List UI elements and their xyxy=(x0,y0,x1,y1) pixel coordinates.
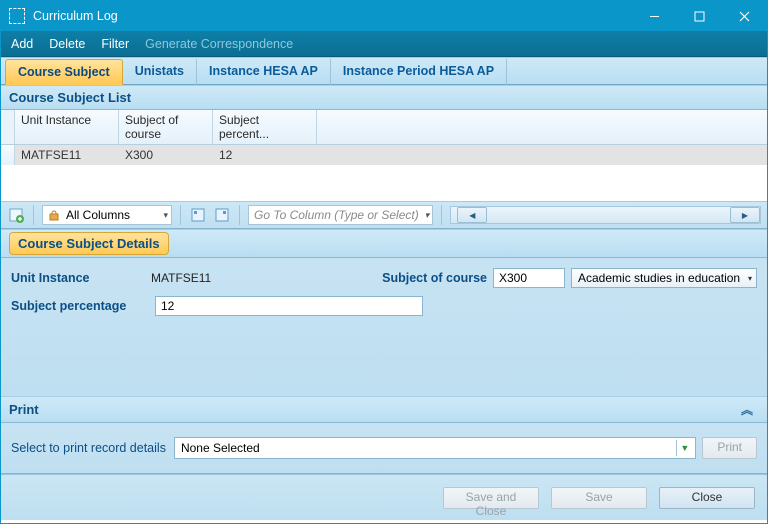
label-unit-instance: Unit Instance xyxy=(11,271,151,285)
col-subject-of-course[interactable]: Subject of course xyxy=(119,110,213,144)
horizontal-scrollbar[interactable]: ◀ ▶ xyxy=(450,206,761,224)
save-button: Save xyxy=(551,487,647,509)
chevron-down-icon: ▾ xyxy=(425,210,430,221)
collapse-icon[interactable]: ︽ xyxy=(741,401,759,418)
section-print-label: Print xyxy=(9,402,39,417)
save-and-close-button: Save and Close xyxy=(443,487,539,509)
title-bar: Curriculum Log xyxy=(1,1,767,31)
value-unit-instance: MATFSE11 xyxy=(151,271,211,285)
tab-instance-hesa-ap[interactable]: Instance HESA AP xyxy=(197,59,331,85)
footer: Save and Close Save Close xyxy=(1,474,767,520)
chevron-down-icon: ▼ xyxy=(676,440,692,456)
label-subject-percentage: Subject percentage xyxy=(11,299,151,313)
select-subject-description[interactable]: Academic studies in education ▾ xyxy=(571,268,757,288)
cell-subject-percent: 12 xyxy=(213,148,317,162)
close-window-button[interactable] xyxy=(722,1,767,31)
section-details-label: Course Subject Details xyxy=(9,232,169,255)
section-course-subject-details: Course Subject Details xyxy=(1,229,767,258)
label-print-select: Select to print record details xyxy=(11,441,166,455)
select-subject-description-value: Academic studies in education xyxy=(578,271,740,285)
menu-bar: Add Delete Filter Generate Correspondenc… xyxy=(1,31,767,57)
print-record-select-value: None Selected xyxy=(181,441,676,455)
section-print[interactable]: Print ︽ xyxy=(1,396,767,423)
input-subject-percentage[interactable] xyxy=(155,296,423,316)
add-row-icon[interactable] xyxy=(7,206,25,224)
tab-instance-period-hesa-ap[interactable]: Instance Period HESA AP xyxy=(331,59,507,85)
scroll-right-button[interactable]: ▶ xyxy=(730,207,760,223)
window-title: Curriculum Log xyxy=(33,9,632,23)
print-button: Print xyxy=(702,437,757,459)
label-subject-of-course: Subject of course xyxy=(382,271,487,285)
chevron-down-icon: ▾ xyxy=(748,274,752,283)
menu-filter[interactable]: Filter xyxy=(101,37,129,51)
cell-unit-instance: MATFSE11 xyxy=(15,148,119,162)
tab-course-subject[interactable]: Course Subject xyxy=(5,59,123,85)
app-icon xyxy=(9,8,25,24)
tab-unistats[interactable]: Unistats xyxy=(123,59,197,85)
toolbar-icon-2[interactable] xyxy=(213,206,231,224)
toolbar-icon-1[interactable] xyxy=(189,206,207,224)
grid-toolbar: All Columns ▾ Go To Column (Type or Sele… xyxy=(1,201,767,229)
menu-add[interactable]: Add xyxy=(11,37,33,51)
course-subject-grid[interactable]: Unit Instance Subject of course Subject … xyxy=(1,110,767,201)
close-button[interactable]: Close xyxy=(659,487,755,509)
details-panel: Unit Instance MATFSE11 Subject of course… xyxy=(1,258,767,396)
minimize-button[interactable] xyxy=(632,1,677,31)
col-unit-instance[interactable]: Unit Instance xyxy=(15,110,119,144)
section-course-subject-list: Course Subject List xyxy=(1,85,767,110)
maximize-button[interactable] xyxy=(677,1,722,31)
menu-generate-correspondence: Generate Correspondence xyxy=(145,37,293,51)
goto-column-dropdown[interactable]: Go To Column (Type or Select) ▾ xyxy=(248,205,433,225)
columns-dropdown-label: All Columns xyxy=(66,208,130,222)
goto-placeholder: Go To Column (Type or Select) xyxy=(254,208,419,222)
print-record-select[interactable]: None Selected ▼ xyxy=(174,437,696,459)
cell-subject-of-course: X300 xyxy=(119,148,213,162)
grid-header: Unit Instance Subject of course Subject … xyxy=(1,110,767,145)
input-subject-of-course[interactable] xyxy=(493,268,565,288)
print-panel: Select to print record details None Sele… xyxy=(1,423,767,474)
columns-dropdown[interactable]: All Columns ▾ xyxy=(42,205,172,225)
tab-bar: Course Subject Unistats Instance HESA AP… xyxy=(1,57,767,85)
table-row[interactable]: MATFSE11 X300 12 xyxy=(1,145,767,165)
scroll-left-button[interactable]: ◀ xyxy=(457,207,487,223)
col-subject-percent[interactable]: Subject percent... xyxy=(213,110,317,144)
lock-icon xyxy=(48,209,60,221)
menu-delete[interactable]: Delete xyxy=(49,37,85,51)
section-title-label: Course Subject List xyxy=(9,90,131,105)
chevron-down-icon: ▾ xyxy=(163,210,168,221)
